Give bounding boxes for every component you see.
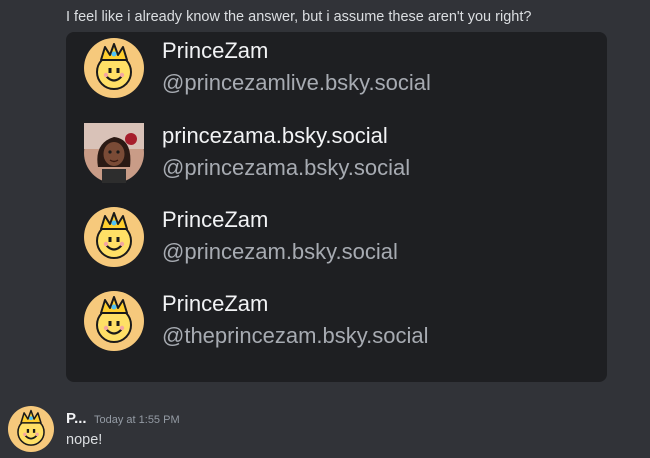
message-text: I feel like i already know the answer, b… bbox=[66, 9, 532, 25]
reply-text: nope! bbox=[66, 432, 103, 448]
author-name[interactable]: P... bbox=[66, 410, 87, 427]
account-entry[interactable]: princezama.bsky.social @princezama.bsky.… bbox=[84, 117, 584, 181]
photo-girl-avatar[interactable] bbox=[84, 123, 144, 183]
crowned-smiley-avatar[interactable] bbox=[84, 291, 144, 351]
account-display-name: PrinceZam bbox=[162, 38, 269, 63]
account-list-embed: PrinceZam @princezamlive.bsky.social pri… bbox=[66, 32, 607, 382]
account-handle[interactable]: @princezama.bsky.social bbox=[162, 155, 410, 181]
chat-view: I feel like i already know the answer, b… bbox=[0, 0, 650, 458]
reply-message: P... Today at 1:55 PM nope! bbox=[0, 400, 650, 458]
account-display-name: princezama.bsky.social bbox=[162, 123, 388, 148]
account-entry[interactable]: PrinceZam @theprincezam.bsky.social bbox=[84, 285, 584, 349]
account-display-name: PrinceZam bbox=[162, 291, 269, 316]
account-entry[interactable]: PrinceZam @princezamlive.bsky.social bbox=[84, 32, 584, 96]
account-handle[interactable]: @princezam.bsky.social bbox=[162, 239, 398, 265]
account-entry[interactable]: PrinceZam @princezam.bsky.social bbox=[84, 201, 584, 265]
crowned-smiley-avatar[interactable] bbox=[84, 38, 144, 98]
author-avatar[interactable] bbox=[8, 406, 54, 452]
account-handle[interactable]: @theprincezam.bsky.social bbox=[162, 323, 428, 349]
account-display-name: PrinceZam bbox=[162, 207, 269, 232]
crowned-smiley-avatar[interactable] bbox=[84, 207, 144, 267]
message-timestamp: Today at 1:55 PM bbox=[94, 414, 180, 426]
account-handle[interactable]: @princezamlive.bsky.social bbox=[162, 70, 431, 96]
